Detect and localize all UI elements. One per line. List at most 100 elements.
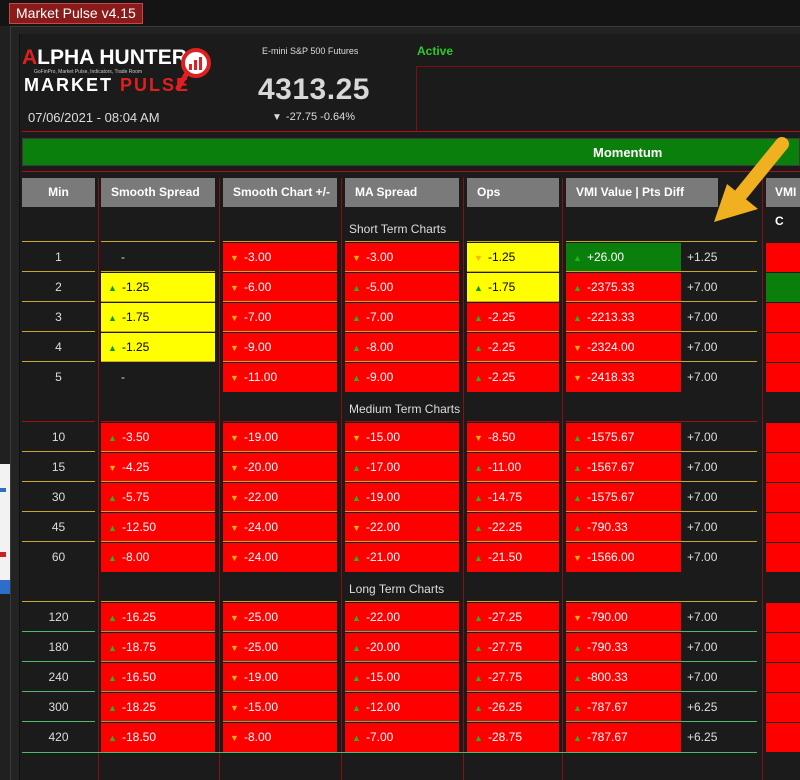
row-divider [345, 631, 459, 632]
smooth-chart-value: -11.00 [244, 370, 278, 384]
smooth-spread-value: -16.25 [122, 610, 157, 624]
pts-diff-cell: +7.00 [681, 603, 757, 632]
up-triangle-icon: ▲ [352, 373, 361, 383]
smooth-chart-value: -24.00 [244, 520, 279, 534]
smooth-chart-value: -19.00 [244, 670, 279, 684]
smooth-chart-value: -3.00 [244, 250, 272, 264]
column-separator [762, 178, 763, 780]
row-divider [101, 511, 215, 512]
ops-cell: ▲ -27.75 [467, 633, 559, 662]
row-divider [467, 661, 559, 662]
down-triangle-icon: ▼ [230, 463, 239, 473]
row-divider [101, 481, 215, 482]
ma-spread-cell: ▲ -7.00 [345, 303, 459, 332]
ma-spread-cell: ▼ -22.00 [345, 513, 459, 542]
row-divider [223, 601, 337, 602]
ma-spread-value: -5.00 [366, 280, 394, 294]
ma-spread-cell: ▲ -12.00 [345, 693, 459, 722]
up-triangle-icon: ▲ [108, 553, 117, 563]
down-triangle-icon: ▼ [108, 463, 117, 473]
row-divider [223, 241, 337, 242]
row-divider [566, 721, 757, 722]
momentum-rule [22, 171, 800, 172]
pts-diff-cell: +7.00 [681, 363, 757, 392]
row-divider [345, 241, 459, 242]
vmi-value-value: -1575.67 [587, 430, 635, 444]
row-divider [345, 721, 459, 722]
yellow-arrow-annotation-icon [714, 137, 789, 222]
up-triangle-icon: ▲ [474, 343, 483, 353]
up-triangle-icon: ▲ [352, 643, 361, 653]
up-triangle-icon: ▲ [573, 733, 582, 743]
ops-value: -22.25 [488, 520, 523, 534]
ops-value: -27.25 [488, 610, 523, 624]
row-divider [22, 451, 95, 452]
down-triangle-icon: ▼ [230, 253, 239, 263]
up-triangle-icon: ▲ [108, 523, 117, 533]
vmi-2-cell [766, 723, 800, 752]
fragment-red-mark [0, 552, 6, 557]
down-triangle-icon: ▼ [352, 433, 361, 443]
min-cell: 5 [55, 370, 62, 384]
column-header-smooth-spread[interactable]: Smooth Spread [101, 178, 215, 207]
vmi-2-cell [766, 363, 800, 392]
ma-spread-cell: ▼ -3.00 [345, 243, 459, 272]
smooth-spread-value: -18.75 [122, 640, 157, 654]
down-triangle-icon: ▼ [474, 433, 483, 443]
row-divider [566, 631, 757, 632]
app-title-tab[interactable]: Market Pulse v4.15 [9, 3, 143, 24]
ops-value: -21.50 [488, 550, 523, 564]
row-divider [101, 331, 215, 332]
row-divider [345, 541, 459, 542]
row-divider [345, 481, 459, 482]
up-triangle-icon: ▲ [573, 643, 582, 653]
smooth-spread-cell: ▲ -18.50 [101, 723, 215, 752]
ops-value: -2.25 [488, 370, 516, 384]
row-divider [223, 451, 337, 452]
up-triangle-icon: ▲ [474, 613, 483, 623]
header-divider [416, 66, 417, 132]
vmi-value-cell: ▲ -787.67 [566, 723, 681, 752]
down-triangle-icon: ▼ [573, 373, 582, 383]
ops-cell: ▲ -26.25 [467, 693, 559, 722]
row-divider [223, 541, 337, 542]
row-divider [101, 691, 215, 692]
smooth-spread-value: -1.25 [122, 280, 150, 294]
pts-diff-cell: +7.00 [681, 663, 757, 692]
row-divider [467, 721, 559, 722]
column-header-vmi[interactable]: VMI Value | Pts Diff [566, 178, 718, 207]
up-triangle-icon: ▲ [573, 433, 582, 443]
alpha-hunters-logo: ALPHA HUNTERS GoFinPro, Market Pulse, In… [22, 44, 222, 104]
row-divider [22, 271, 95, 272]
column-header-ops[interactable]: Ops [467, 178, 559, 207]
pts-diff-cell: +6.25 [681, 693, 757, 722]
min-cell: 300 [48, 700, 69, 714]
row-divider [22, 661, 95, 662]
pts-diff-cell: +7.00 [681, 483, 757, 512]
ma-spread-value: -21.00 [366, 550, 401, 564]
ops-value: -1.75 [488, 280, 516, 294]
row-divider [566, 271, 757, 272]
momentum-label: Momentum [593, 145, 663, 160]
vmi-2-cell [766, 483, 800, 512]
smooth-chart-value: -25.00 [244, 640, 279, 654]
column-header-ma-spread[interactable]: MA Spread [345, 178, 459, 207]
row-divider [223, 421, 337, 422]
up-triangle-icon: ▲ [474, 283, 483, 293]
vmi-2-cell [766, 423, 800, 452]
ma-spread-cell: ▲ -17.00 [345, 453, 459, 482]
vmi-value-cell: ▼ -2418.33 [566, 363, 681, 392]
column-header-smooth-chart[interactable]: Smooth Chart +/- [223, 178, 337, 207]
row-divider [223, 691, 337, 692]
row-divider [467, 241, 559, 242]
column-header-min[interactable]: Min [22, 178, 95, 207]
row-divider [467, 271, 559, 272]
row-divider [101, 271, 215, 272]
down-triangle-icon: ▼ [230, 343, 239, 353]
ma-spread-value: -17.00 [366, 460, 401, 474]
row-divider [22, 691, 95, 692]
smooth-spread-value: -4.25 [122, 460, 150, 474]
row-divider [22, 421, 95, 422]
section-title-long: Long Term Charts [349, 582, 445, 596]
smooth-spread-cell: - [101, 363, 215, 392]
